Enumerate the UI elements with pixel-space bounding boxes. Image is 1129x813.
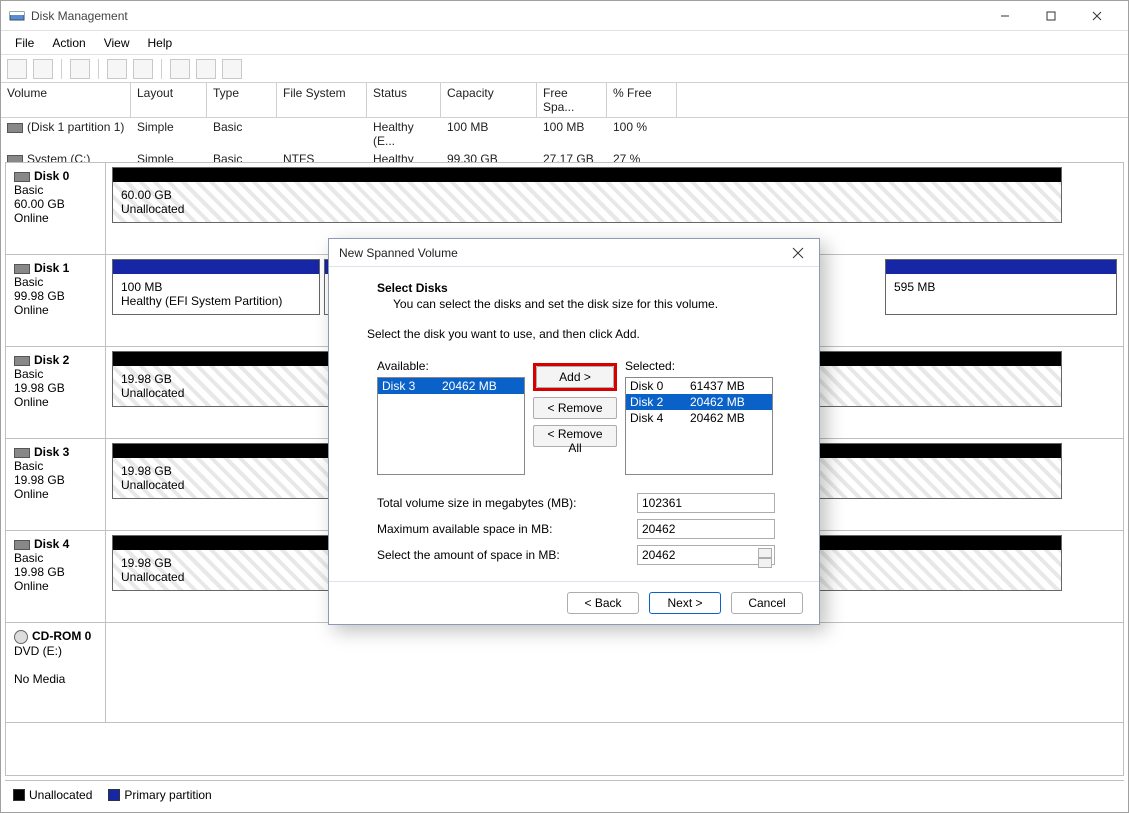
max-space-label: Maximum available space in MB:: [377, 522, 637, 536]
dialog-instructions: Select the disk you want to use, and the…: [367, 327, 791, 341]
disk-icon: [14, 172, 30, 182]
cell-vol: (Disk 1 partition 1): [27, 120, 124, 134]
minimize-button[interactable]: [982, 1, 1028, 31]
menu-help[interactable]: Help: [140, 34, 181, 52]
menu-view[interactable]: View: [96, 34, 138, 52]
add-button-highlight: Add >: [533, 363, 617, 391]
col-layout[interactable]: Layout: [131, 83, 207, 117]
amount-value: 20462: [642, 548, 675, 562]
cell: 100 %: [607, 119, 677, 149]
partition[interactable]: 60.00 GBUnallocated: [112, 167, 1062, 223]
dialog-header: Select Disks: [377, 281, 791, 295]
titlebar: Disk Management: [1, 1, 1128, 31]
cell: 100 MB: [537, 119, 607, 149]
volume-table-header: Volume Layout Type File System Status Ca…: [1, 83, 1128, 118]
window-title: Disk Management: [31, 9, 982, 23]
legend-swatch-primary: [108, 789, 120, 801]
cell: Simple: [131, 119, 207, 149]
list-item[interactable]: Disk 420462 MB: [626, 410, 772, 426]
back-icon[interactable]: [7, 59, 27, 79]
available-label: Available:: [377, 359, 525, 373]
menu-action[interactable]: Action: [44, 34, 93, 52]
list-item[interactable]: Disk 320462 MB: [378, 378, 524, 394]
menubar: File Action View Help: [1, 31, 1128, 55]
cell: 100 MB: [441, 119, 537, 149]
col-status[interactable]: Status: [367, 83, 441, 117]
col-capacity[interactable]: Capacity: [441, 83, 537, 117]
cdrom-row[interactable]: CD-ROM 0DVD (E:)No Media: [6, 623, 1123, 723]
table-row[interactable]: (Disk 1 partition 1) Simple Basic Health…: [1, 118, 1128, 150]
list-item[interactable]: Disk 061437 MB: [626, 378, 772, 394]
volume-icon: [7, 123, 23, 133]
disk-icon: [14, 356, 30, 366]
props-icon[interactable]: [222, 59, 242, 79]
col-free[interactable]: Free Spa...: [537, 83, 607, 117]
max-space-value: 20462: [637, 519, 775, 539]
amount-input[interactable]: 20462: [637, 545, 775, 565]
cancel-button[interactable]: Cancel: [731, 592, 803, 614]
partition[interactable]: 100 MBHealthy (EFI System Partition): [112, 259, 320, 315]
legend-label: Primary partition: [124, 788, 211, 802]
volume-table-body: (Disk 1 partition 1) Simple Basic Health…: [1, 118, 1128, 158]
legend-swatch-unalloc: [13, 789, 25, 801]
col-type[interactable]: Type: [207, 83, 277, 117]
col-pct[interactable]: % Free: [607, 83, 677, 117]
view-icon[interactable]: [70, 59, 90, 79]
close-button[interactable]: [1074, 1, 1120, 31]
next-button[interactable]: Next >: [649, 592, 721, 614]
cell: Healthy (E...: [367, 119, 441, 149]
spin-down-icon[interactable]: [758, 558, 772, 568]
spin-up-icon[interactable]: [758, 548, 772, 558]
legend: Unallocated Primary partition: [5, 780, 1124, 808]
menu-file[interactable]: File: [7, 34, 42, 52]
cell: Basic: [207, 119, 277, 149]
refresh-icon[interactable]: [170, 59, 190, 79]
back-button[interactable]: < Back: [567, 592, 639, 614]
new-spanned-volume-dialog: New Spanned Volume Select Disks You can …: [328, 238, 820, 625]
available-disks-listbox[interactable]: Disk 320462 MB: [377, 377, 525, 475]
app-icon: [9, 8, 25, 24]
forward-icon[interactable]: [33, 59, 53, 79]
check-icon[interactable]: [196, 59, 216, 79]
disk-icon: [14, 540, 30, 550]
dialog-close-button[interactable]: [787, 242, 809, 264]
cell: [277, 119, 367, 149]
remove-button[interactable]: < Remove: [533, 397, 617, 419]
dialog-title: New Spanned Volume: [339, 246, 787, 260]
disk-icon: [14, 448, 30, 458]
list-item[interactable]: Disk 220462 MB: [626, 394, 772, 410]
help-icon[interactable]: [107, 59, 127, 79]
layout-icon[interactable]: [133, 59, 153, 79]
disk-icon: [14, 264, 30, 274]
remove-all-button[interactable]: < Remove All: [533, 425, 617, 447]
legend-label: Unallocated: [29, 788, 92, 802]
toolbar: [1, 55, 1128, 83]
total-size-value: 102361: [637, 493, 775, 513]
cd-icon: [14, 630, 28, 644]
maximize-button[interactable]: [1028, 1, 1074, 31]
selected-disks-listbox[interactable]: Disk 061437 MBDisk 220462 MBDisk 420462 …: [625, 377, 773, 475]
col-volume[interactable]: Volume: [1, 83, 131, 117]
total-size-label: Total volume size in megabytes (MB):: [377, 496, 637, 510]
partition[interactable]: 595 MB: [885, 259, 1117, 315]
amount-label: Select the amount of space in MB:: [377, 548, 637, 562]
add-button[interactable]: Add >: [536, 366, 614, 388]
dialog-subheader: You can select the disks and set the dis…: [393, 297, 791, 311]
selected-label: Selected:: [625, 359, 773, 373]
col-fs[interactable]: File System: [277, 83, 367, 117]
